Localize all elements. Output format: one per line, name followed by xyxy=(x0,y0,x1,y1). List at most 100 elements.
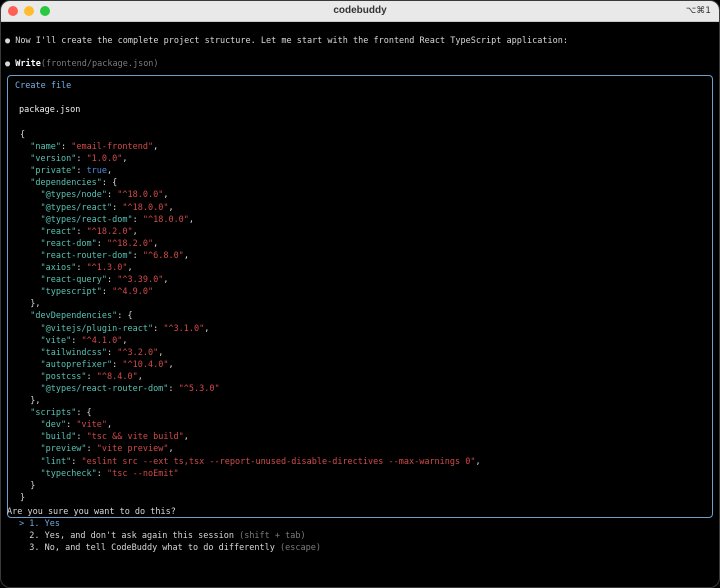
json-punct: , xyxy=(107,420,113,431)
code-block: { "name": "email-frontend", "version": "… xyxy=(20,129,481,504)
code-line: "vite": "^4.1.0", xyxy=(20,335,481,347)
json-punct: : xyxy=(76,432,87,443)
json-key: "@types/react" xyxy=(40,202,113,213)
json-string: "vite preview" xyxy=(96,444,169,455)
json-punct xyxy=(20,178,30,188)
json-punct xyxy=(20,444,40,454)
json-punct: : xyxy=(112,202,123,213)
code-line: "@types/react": "^18.0.0", xyxy=(20,202,481,214)
code-line: "autoprefixer": "^10.4.0", xyxy=(20,359,481,371)
json-string: "email-frontend" xyxy=(71,142,154,153)
json-punct: } xyxy=(20,492,26,503)
json-key: "devDependencies" xyxy=(30,311,118,322)
json-key: "typecheck" xyxy=(40,468,97,479)
json-punct xyxy=(20,263,40,273)
code-line: "devDependencies": { xyxy=(20,310,481,322)
json-string: "^1.3.0" xyxy=(86,263,128,274)
file-name: package.json xyxy=(19,105,81,115)
panel-title: Create file xyxy=(15,81,72,91)
json-string: "1.0.0" xyxy=(86,154,123,165)
json-string: "^6.8.0" xyxy=(142,250,184,261)
json-punct: , xyxy=(163,190,169,201)
json-punct xyxy=(20,360,40,370)
json-punct xyxy=(20,251,40,261)
option-marker xyxy=(19,531,29,541)
json-punct: , xyxy=(163,275,169,286)
tool-call-line: ● Write(frontend/package.json) xyxy=(5,59,159,69)
json-key: "typescript" xyxy=(40,287,102,298)
json-punct xyxy=(20,384,40,394)
json-punct: , xyxy=(188,214,195,225)
code-line: "typecheck": "tsc --noEmit" xyxy=(20,468,481,480)
json-punct xyxy=(20,190,40,200)
json-string: "^3.1.0" xyxy=(163,323,205,334)
json-punct: , xyxy=(475,456,481,467)
code-line: { xyxy=(20,129,481,141)
json-key: "dependencies" xyxy=(30,178,102,189)
option-yes-dont-ask[interactable]: 2. Yes, and don't ask again this session… xyxy=(19,531,305,541)
code-line: "tailwindcss": "^3.2.0", xyxy=(20,347,481,359)
json-punct: : xyxy=(153,323,164,334)
json-key: "scripts" xyxy=(30,408,77,419)
json-punct: } xyxy=(20,480,36,491)
code-line: "preview": "vite preview", xyxy=(20,443,481,455)
code-line: "@types/node": "^18.0.0", xyxy=(20,189,481,201)
code-line: "react-query": "^3.39.0", xyxy=(20,274,481,286)
option-yes[interactable]: > 1. Yes xyxy=(19,519,60,529)
json-punct: : xyxy=(101,287,113,298)
code-line: "react-router-dom": "^6.8.0", xyxy=(20,250,481,262)
json-string: "vite" xyxy=(76,420,108,431)
code-line: "@vitejs/plugin-react": "^3.1.0", xyxy=(20,323,481,335)
json-key: "react-router-dom" xyxy=(40,250,133,261)
json-string: "^3.2.0" xyxy=(117,347,159,358)
json-punct xyxy=(20,408,30,418)
json-string: "tsc && vite build" xyxy=(86,432,184,443)
json-punct xyxy=(20,287,40,297)
json-key: "postcss" xyxy=(40,371,87,382)
json-punct: , xyxy=(183,250,189,261)
json-punct: , xyxy=(153,142,159,153)
json-key: "react" xyxy=(40,226,77,237)
json-punct xyxy=(20,203,40,213)
json-punct xyxy=(20,142,30,152)
json-string: "eslint src --ext ts,tsx --report-unused… xyxy=(81,456,476,467)
option-label: 3. No, and tell CodeBuddy what to do dif… xyxy=(29,543,275,553)
option-label: 1. Yes xyxy=(29,519,60,529)
terminal-window: codebuddy ⌥⌘1 ● Now I'll create the comp… xyxy=(0,0,720,588)
bullet-icon: ● xyxy=(5,36,16,46)
option-marker: > xyxy=(19,519,30,529)
json-punct xyxy=(20,227,40,237)
code-line: } xyxy=(20,492,481,504)
json-key: "@types/react-router-dom" xyxy=(40,383,169,394)
json-punct: : xyxy=(107,275,118,286)
json-string: "^18.0.0" xyxy=(142,214,189,225)
json-punct xyxy=(20,457,40,467)
json-punct: : xyxy=(96,238,108,249)
json-punct: : xyxy=(107,190,118,201)
json-punct: , xyxy=(183,432,189,443)
option-no[interactable]: 3. No, and tell CodeBuddy what to do dif… xyxy=(19,543,321,553)
json-punct xyxy=(20,239,40,249)
json-punct: : xyxy=(71,335,82,346)
json-string: "^18.2.0" xyxy=(86,226,133,237)
code-line: }, xyxy=(20,395,481,407)
create-file-panel: Create file package.json { "name": "emai… xyxy=(7,75,713,518)
json-key: "axios" xyxy=(40,263,77,274)
json-punct: : { xyxy=(101,178,118,189)
json-punct: : xyxy=(60,142,72,153)
json-punct xyxy=(20,469,40,479)
window-title: codebuddy xyxy=(333,5,387,16)
json-punct xyxy=(20,311,30,321)
json-punct: : xyxy=(76,166,87,177)
json-string: "^4.1.0" xyxy=(81,335,123,346)
json-punct: : xyxy=(66,420,77,431)
json-punct: : xyxy=(132,214,143,225)
code-line: }, xyxy=(20,298,481,310)
json-punct: , xyxy=(132,226,138,237)
json-string: "^4.9.0" xyxy=(112,287,154,298)
json-key: "tailwindcss" xyxy=(40,347,108,358)
json-punct xyxy=(20,215,40,225)
json-punct: : xyxy=(132,250,143,261)
json-punct xyxy=(20,372,40,382)
json-punct: , xyxy=(153,238,159,249)
